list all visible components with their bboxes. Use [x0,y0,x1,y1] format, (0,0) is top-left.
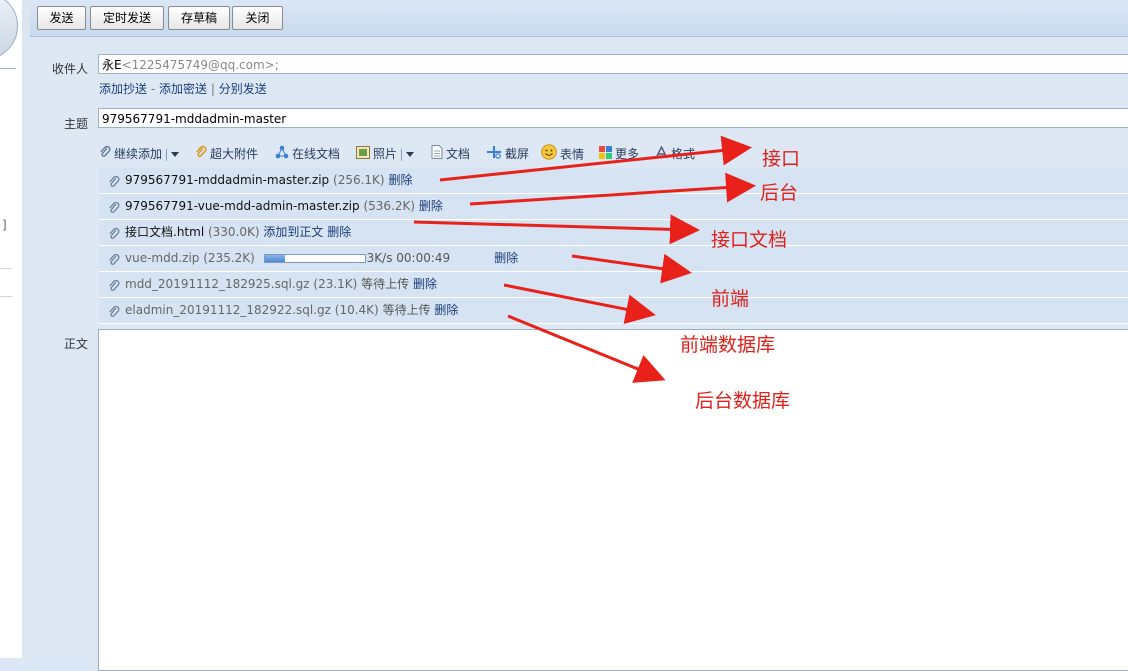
document-icon [431,144,443,165]
sidebar-divider [0,296,12,297]
close-button[interactable]: 关闭 [232,6,283,30]
add-cc-link[interactable]: 添加抄送 [99,82,147,96]
link-separator: | [210,82,215,96]
chevron-down-icon[interactable] [406,152,415,157]
attachment-size: (235.2K) [203,251,255,265]
recipient-input[interactable]: 永E<1225475749@qq.com>; [98,54,1128,74]
grid-icon [599,145,612,165]
attachment-size: (23.1K) [313,277,358,291]
chevron-down-icon[interactable] [171,152,180,157]
attachment-row: eladmin_20191112_182922.sql.gz (10.4K) 等… [99,298,1128,324]
delete-link[interactable]: 删除 [388,173,412,187]
share-nodes-icon [275,145,289,165]
delete-link[interactable]: 删除 [413,277,437,291]
font-format-icon [655,144,668,165]
separate-send-link[interactable]: 分别发送 [219,82,267,96]
link-separator: - [150,82,156,96]
subject-input[interactable]: 979567791-mddadmin-master [98,108,1128,128]
attachment-size: (536.2K) [363,199,416,213]
photo-icon [356,145,370,165]
photo-button[interactable]: 照片 [356,144,415,165]
attachment-size: (256.1K) [333,173,385,187]
large-paperclip-icon [195,145,207,165]
left-sidebar: ] [0,0,23,658]
annotation-label: 接口文档 [711,229,788,251]
document-button[interactable]: 文档 [431,144,470,164]
attachment-name: 979567791-vue-mdd-admin-master.zip [125,199,360,213]
attachment-name: vue-mdd.zip [125,251,200,265]
attachment-row: 979567791-mddadmin-master.zip (256.1K) 删… [99,168,1128,194]
attachment-row: mdd_20191112_182925.sql.gz (23.1K) 等待上传 … [99,272,1128,298]
scheduled-send-button[interactable]: 定时发送 [90,6,164,30]
subject-label: 主题 [64,117,89,131]
sidebar-divider [0,268,12,269]
annotation-label: 后台 [760,182,799,204]
upload-status: 等待上传 [361,277,410,291]
compose-form: 收件人 永E<1225475749@qq.com>; 添加抄送 - 添加密送 |… [30,37,1128,671]
add-to-body-link[interactable]: 添加到正文 [263,225,323,239]
attachment-name: 979567791-mddadmin-master.zip [125,173,330,187]
delete-link[interactable]: 删除 [494,251,518,265]
sidebar-gap [22,0,30,658]
sidebar-text-fragment: ] [2,218,7,232]
recipient-links: 添加抄送 - 添加密送 | 分别发送 [99,80,267,97]
attachment-size: (10.4K) [334,303,379,317]
delete-link[interactable]: 删除 [434,303,458,317]
recipient-address: <1225475749@qq.com>; [121,58,279,72]
annotation-label: 接口 [762,148,801,170]
delete-link[interactable]: 删除 [419,199,443,213]
online-doc-button[interactable]: 在线文档 [275,144,340,164]
sidebar-round-button[interactable] [0,0,18,60]
annotation-label: 前端数据库 [680,334,776,356]
upload-speed: 3K/s 00:00:49 [366,251,451,265]
recipient-label: 收件人 [52,62,89,76]
paperclip-icon [99,145,111,165]
compose-toolbar: 发送 定时发送 存草稿 关闭 [30,0,1128,37]
scissors-icon [486,145,502,165]
attachment-size: (330.0K) [207,225,260,239]
upload-progress-fill [265,255,285,262]
attachment-name: eladmin_20191112_182922.sql.gz [125,303,331,317]
emoji-button[interactable]: 表情 [541,144,584,164]
body-label: 正文 [64,337,89,351]
attachment-list: 979567791-mddadmin-master.zip (256.1K) 删… [99,168,1128,324]
format-button[interactable]: 格式 [655,144,695,164]
attachment-row: 接口文档.html (330.0K) 添加到正文 删除 [99,220,1128,246]
upload-progress-bar [264,254,366,263]
smiley-icon [541,144,557,166]
upload-status: 等待上传 [382,303,431,317]
attachment-name: 接口文档.html [125,225,205,239]
send-button[interactable]: 发送 [37,6,86,30]
attachment-row: 979567791-vue-mdd-admin-master.zip (536.… [99,194,1128,220]
attachment-row: vue-mdd.zip (235.2K) 3K/s 00:00:49 删除 [99,246,1128,272]
body-editor[interactable] [98,329,1128,671]
sidebar-divider [0,68,16,69]
recipient-name: 永E [102,58,122,72]
more-button[interactable]: 更多 [599,144,639,164]
annotation-label: 后台数据库 [695,390,791,412]
annotation-label: 前端 [711,288,750,310]
save-draft-button[interactable]: 存草稿 [168,6,230,30]
paperclip-icon [108,303,120,328]
add-bcc-link[interactable]: 添加密送 [159,82,207,96]
screenshot-button[interactable]: 截屏 [486,144,529,164]
large-attachment-button[interactable]: 超大附件 [195,144,258,164]
delete-link[interactable]: 删除 [327,225,351,239]
attachment-name: mdd_20191112_182925.sql.gz [125,277,310,291]
continue-add-button[interactable]: 继续添加 [99,144,180,165]
